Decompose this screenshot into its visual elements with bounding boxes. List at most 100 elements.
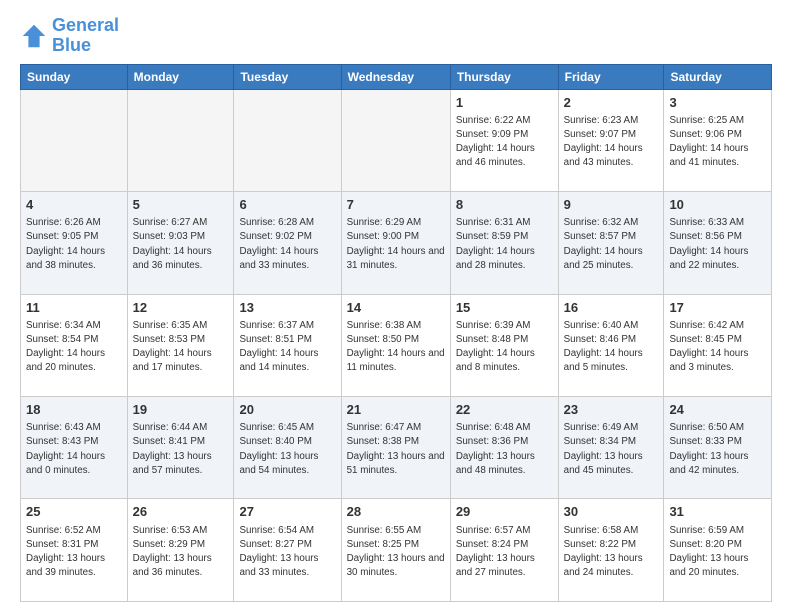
page-header: General Blue: [20, 16, 772, 56]
day-number: 3: [669, 94, 766, 112]
day-info: Sunrise: 6:37 AM Sunset: 8:51 PM Dayligh…: [239, 319, 335, 376]
day-info: Sunrise: 6:28 AM Sunset: 9:02 PM Dayligh…: [239, 216, 335, 273]
day-number: 23: [564, 401, 659, 419]
calendar-cell: 24 Sunrise: 6:50 AM Sunset: 8:33 PM Dayli…: [664, 397, 772, 499]
day-number: 17: [669, 299, 766, 317]
logo: General Blue: [20, 16, 119, 56]
calendar-header-thursday: Thursday: [450, 64, 558, 89]
calendar-cell: 23 Sunrise: 6:49 AM Sunset: 8:34 PM Dayli…: [558, 397, 664, 499]
calendar-cell: 30 Sunrise: 6:58 AM Sunset: 8:22 PM Dayli…: [558, 499, 664, 602]
calendar-cell: 14 Sunrise: 6:38 AM Sunset: 8:50 PM Dayli…: [341, 294, 450, 396]
day-number: 24: [669, 401, 766, 419]
calendar-header-friday: Friday: [558, 64, 664, 89]
day-info: Sunrise: 6:48 AM Sunset: 8:36 PM Dayligh…: [456, 421, 553, 478]
day-number: 16: [564, 299, 659, 317]
calendar-cell: 3 Sunrise: 6:25 AM Sunset: 9:06 PM Daylig…: [664, 89, 772, 191]
day-info: Sunrise: 6:55 AM Sunset: 8:25 PM Dayligh…: [347, 524, 445, 581]
calendar-cell: [234, 89, 341, 191]
day-info: Sunrise: 6:43 AM Sunset: 8:43 PM Dayligh…: [26, 421, 122, 478]
calendar-cell: [21, 89, 128, 191]
day-number: 26: [133, 503, 229, 521]
day-info: Sunrise: 6:25 AM Sunset: 9:06 PM Dayligh…: [669, 114, 766, 171]
calendar-cell: [341, 89, 450, 191]
calendar-cell: 11 Sunrise: 6:34 AM Sunset: 8:54 PM Dayli…: [21, 294, 128, 396]
day-info: Sunrise: 6:57 AM Sunset: 8:24 PM Dayligh…: [456, 524, 553, 581]
calendar-cell: 8Sunrise: 6:31 AM Sunset: 8:59 PM Daylig…: [450, 192, 558, 294]
day-info: Sunrise: 6:32 AM Sunset: 8:57 PM Dayligh…: [564, 216, 659, 273]
calendar-cell: 19 Sunrise: 6:44 AM Sunset: 8:41 PM Dayli…: [127, 397, 234, 499]
day-info: Sunrise: 6:38 AM Sunset: 8:50 PM Dayligh…: [347, 319, 445, 376]
calendar-cell: 27 Sunrise: 6:54 AM Sunset: 8:27 PM Dayli…: [234, 499, 341, 602]
day-info: Sunrise: 6:27 AM Sunset: 9:03 PM Dayligh…: [133, 216, 229, 273]
calendar-cell: 22 Sunrise: 6:48 AM Sunset: 8:36 PM Dayli…: [450, 397, 558, 499]
calendar-week-5: 25Sunrise: 6:52 AM Sunset: 8:31 PM Dayli…: [21, 499, 772, 602]
day-info: Sunrise: 6:54 AM Sunset: 8:27 PM Dayligh…: [239, 524, 335, 581]
calendar-cell: 5 Sunrise: 6:27 AM Sunset: 9:03 PM Daylig…: [127, 192, 234, 294]
calendar-cell: 6 Sunrise: 6:28 AM Sunset: 9:02 PM Daylig…: [234, 192, 341, 294]
calendar-cell: 2Sunrise: 6:23 AM Sunset: 9:07 PM Daylig…: [558, 89, 664, 191]
day-number: 15: [456, 299, 553, 317]
day-number: 14: [347, 299, 445, 317]
day-info: Sunrise: 6:34 AM Sunset: 8:54 PM Dayligh…: [26, 319, 122, 376]
day-number: 29: [456, 503, 553, 521]
day-number: 13: [239, 299, 335, 317]
day-info: Sunrise: 6:53 AM Sunset: 8:29 PM Dayligh…: [133, 524, 229, 581]
day-number: 19: [133, 401, 229, 419]
day-number: 28: [347, 503, 445, 521]
calendar-cell: 18Sunrise: 6:43 AM Sunset: 8:43 PM Dayli…: [21, 397, 128, 499]
calendar-header-wednesday: Wednesday: [341, 64, 450, 89]
day-info: Sunrise: 6:40 AM Sunset: 8:46 PM Dayligh…: [564, 319, 659, 376]
day-info: Sunrise: 6:26 AM Sunset: 9:05 PM Dayligh…: [26, 216, 122, 273]
day-number: 21: [347, 401, 445, 419]
day-number: 31: [669, 503, 766, 521]
calendar-cell: 10Sunrise: 6:33 AM Sunset: 8:56 PM Dayli…: [664, 192, 772, 294]
calendar-header-monday: Monday: [127, 64, 234, 89]
calendar-cell: 29 Sunrise: 6:57 AM Sunset: 8:24 PM Dayli…: [450, 499, 558, 602]
calendar-header-saturday: Saturday: [664, 64, 772, 89]
calendar-cell: 21Sunrise: 6:47 AM Sunset: 8:38 PM Dayli…: [341, 397, 450, 499]
day-info: Sunrise: 6:50 AM Sunset: 8:33 PM Dayligh…: [669, 421, 766, 478]
day-info: Sunrise: 6:52 AM Sunset: 8:31 PM Dayligh…: [26, 524, 122, 581]
day-number: 22: [456, 401, 553, 419]
calendar-cell: 7 Sunrise: 6:29 AM Sunset: 9:00 PM Daylig…: [341, 192, 450, 294]
calendar-cell: 15 Sunrise: 6:39 AM Sunset: 8:48 PM Dayli…: [450, 294, 558, 396]
calendar-cell: 25Sunrise: 6:52 AM Sunset: 8:31 PM Dayli…: [21, 499, 128, 602]
logo-text: General Blue: [52, 16, 119, 56]
calendar-table: SundayMondayTuesdayWednesdayThursdayFrid…: [20, 64, 772, 602]
day-number: 5: [133, 196, 229, 214]
calendar-week-4: 18Sunrise: 6:43 AM Sunset: 8:43 PM Dayli…: [21, 397, 772, 499]
day-number: 7: [347, 196, 445, 214]
day-number: 30: [564, 503, 659, 521]
calendar-cell: 12Sunrise: 6:35 AM Sunset: 8:53 PM Dayli…: [127, 294, 234, 396]
calendar-body: 1 Sunrise: 6:22 AM Sunset: 9:09 PM Daylig…: [21, 89, 772, 601]
day-info: Sunrise: 6:42 AM Sunset: 8:45 PM Dayligh…: [669, 319, 766, 376]
day-number: 27: [239, 503, 335, 521]
day-number: 20: [239, 401, 335, 419]
day-info: Sunrise: 6:22 AM Sunset: 9:09 PM Dayligh…: [456, 114, 553, 171]
calendar-cell: 17 Sunrise: 6:42 AM Sunset: 8:45 PM Dayli…: [664, 294, 772, 396]
day-info: Sunrise: 6:33 AM Sunset: 8:56 PM Dayligh…: [669, 216, 766, 273]
calendar-week-1: 1 Sunrise: 6:22 AM Sunset: 9:09 PM Daylig…: [21, 89, 772, 191]
calendar-week-3: 11 Sunrise: 6:34 AM Sunset: 8:54 PM Dayli…: [21, 294, 772, 396]
calendar-cell: 1 Sunrise: 6:22 AM Sunset: 9:09 PM Daylig…: [450, 89, 558, 191]
calendar-week-2: 4 Sunrise: 6:26 AM Sunset: 9:05 PM Daylig…: [21, 192, 772, 294]
day-info: Sunrise: 6:23 AM Sunset: 9:07 PM Dayligh…: [564, 114, 659, 171]
day-info: Sunrise: 6:58 AM Sunset: 8:22 PM Dayligh…: [564, 524, 659, 581]
day-number: 1: [456, 94, 553, 112]
calendar-cell: 13 Sunrise: 6:37 AM Sunset: 8:51 PM Dayli…: [234, 294, 341, 396]
day-info: Sunrise: 6:49 AM Sunset: 8:34 PM Dayligh…: [564, 421, 659, 478]
day-info: Sunrise: 6:29 AM Sunset: 9:00 PM Dayligh…: [347, 216, 445, 273]
day-info: Sunrise: 6:39 AM Sunset: 8:48 PM Dayligh…: [456, 319, 553, 376]
logo-icon: [20, 22, 48, 50]
calendar-cell: 4 Sunrise: 6:26 AM Sunset: 9:05 PM Daylig…: [21, 192, 128, 294]
calendar-cell: 31Sunrise: 6:59 AM Sunset: 8:20 PM Dayli…: [664, 499, 772, 602]
calendar-header-row: SundayMondayTuesdayWednesdayThursdayFrid…: [21, 64, 772, 89]
day-number: 6: [239, 196, 335, 214]
day-number: 4: [26, 196, 122, 214]
day-info: Sunrise: 6:44 AM Sunset: 8:41 PM Dayligh…: [133, 421, 229, 478]
calendar-cell: 16 Sunrise: 6:40 AM Sunset: 8:46 PM Dayli…: [558, 294, 664, 396]
day-number: 8: [456, 196, 553, 214]
day-number: 11: [26, 299, 122, 317]
calendar-header-tuesday: Tuesday: [234, 64, 341, 89]
calendar-cell: 28 Sunrise: 6:55 AM Sunset: 8:25 PM Dayli…: [341, 499, 450, 602]
